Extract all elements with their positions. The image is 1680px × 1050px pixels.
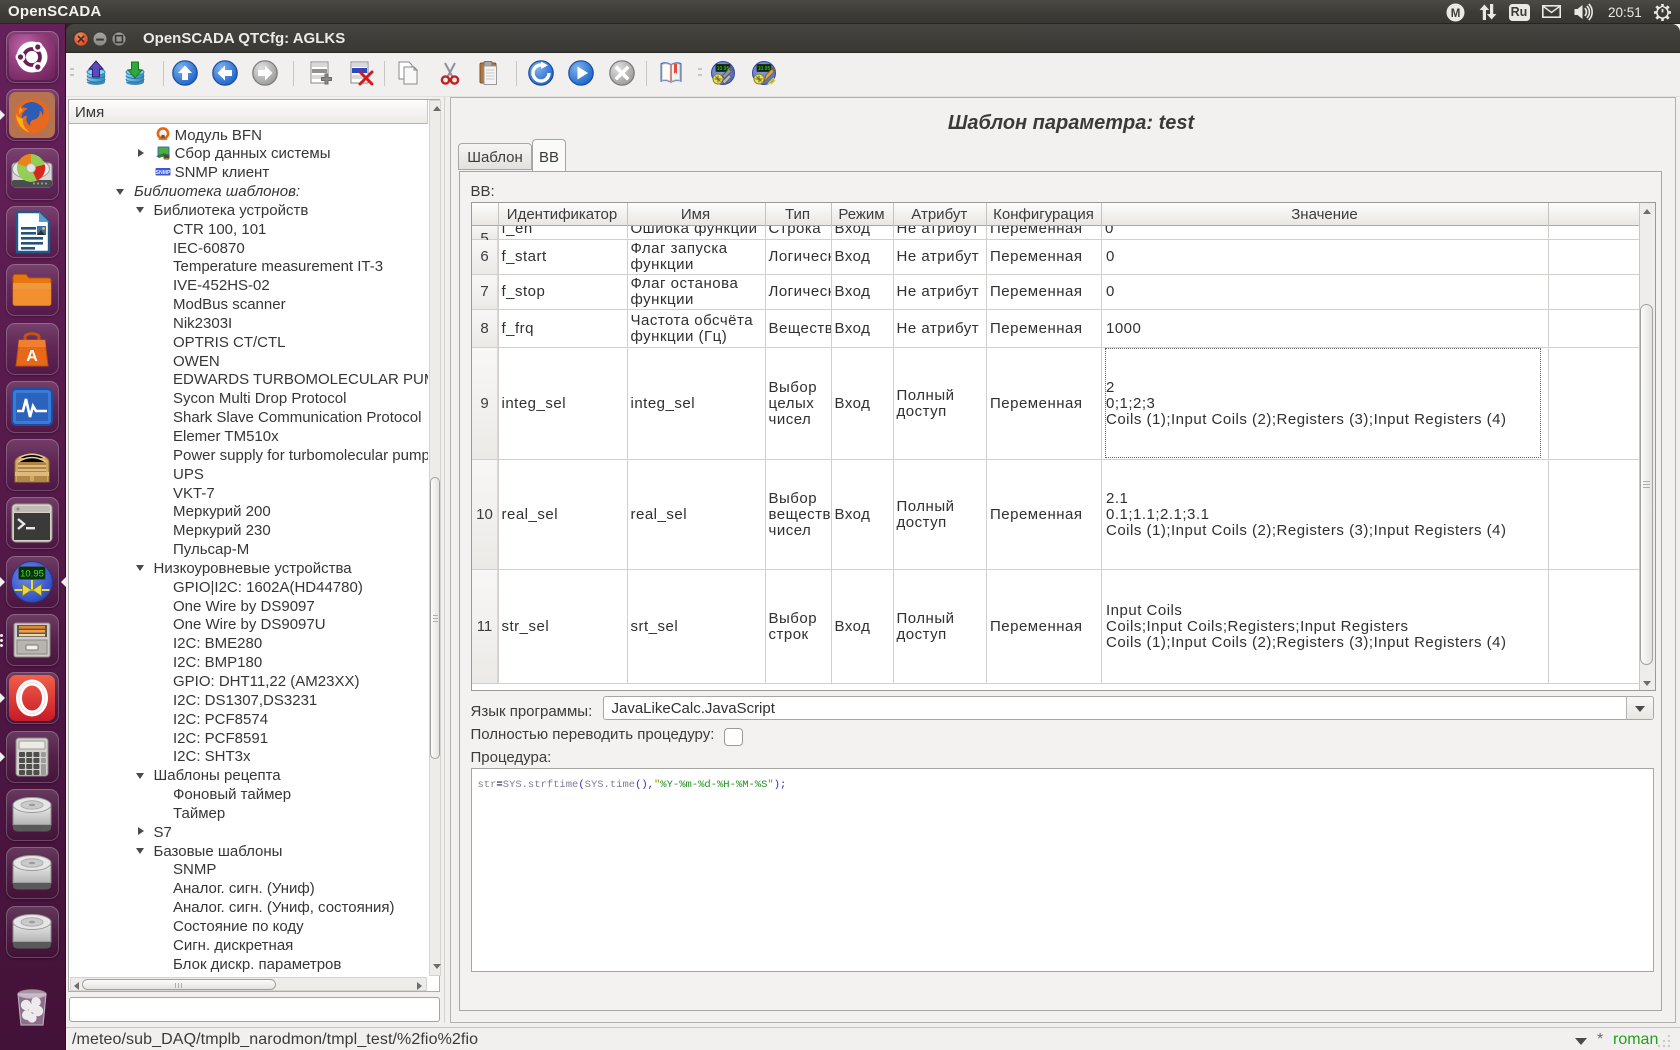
- svg-text:A: A: [26, 348, 38, 365]
- svg-text:M: M: [1451, 8, 1461, 20]
- svg-text:SNMP: SNMP: [155, 170, 171, 176]
- svg-text:10.95: 10.95: [20, 568, 44, 579]
- svg-text:10.95: 10.95: [757, 66, 770, 72]
